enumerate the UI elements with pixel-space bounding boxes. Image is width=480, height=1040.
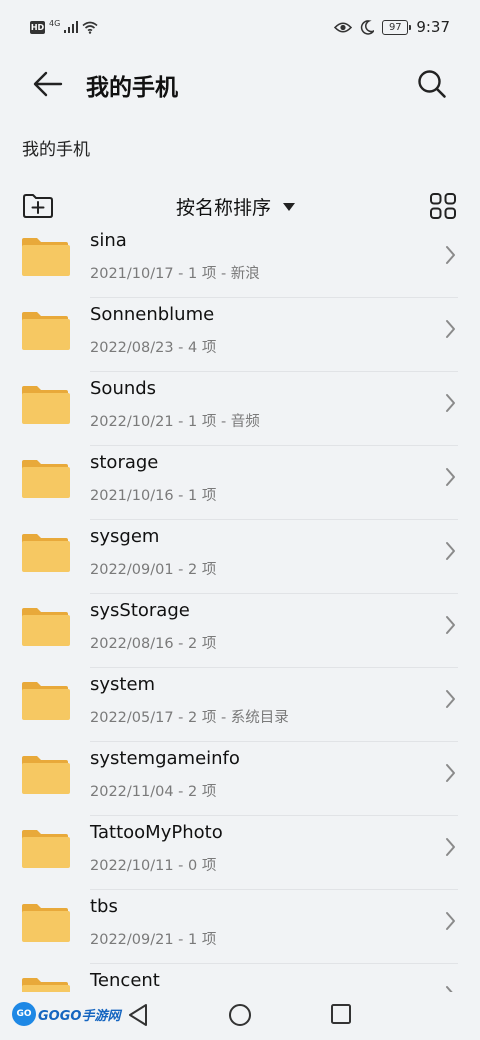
wifi-icon: [82, 21, 98, 34]
folder-name: sina: [90, 230, 127, 251]
folder-meta: 2022/08/23 - 4 项: [90, 340, 217, 356]
folder-row[interactable]: TattooMyPhoto 2022/10/11 - 0 项: [0, 816, 480, 890]
folder-row[interactable]: storage 2021/10/16 - 1 项: [0, 446, 480, 520]
toolbar: 按名称排序: [0, 182, 480, 230]
chevron-right-icon: [446, 986, 453, 992]
folder-icon: [22, 978, 70, 992]
folder-name: Tencent: [90, 970, 160, 991]
folder-meta: 2022/10/21 - 1 项 - 音频: [90, 414, 260, 430]
folder-icon: [22, 830, 70, 868]
nav-home-icon[interactable]: [228, 1003, 252, 1027]
folder-name: storage: [90, 452, 159, 473]
chevron-right-icon: [446, 838, 455, 856]
status-left: HD 4G: [30, 18, 98, 36]
folder-icon: [22, 238, 70, 276]
folder-meta: 2022/10/11 - 0 项: [90, 858, 217, 874]
caret-down-icon: [283, 203, 296, 211]
hd-badge: HD: [30, 20, 45, 34]
watermark-logo: GO GOGO手游网: [12, 1002, 120, 1026]
folder-name: systemgameinfo: [90, 748, 240, 769]
watermark-text: GOGO手游网: [38, 1008, 121, 1024]
chevron-right-icon: [446, 542, 455, 560]
folder-row[interactable]: system 2022/05/17 - 2 项 - 系统目录: [0, 668, 480, 742]
status-right: 97 9:37: [334, 16, 450, 38]
folder-row[interactable]: Tencent: [0, 964, 480, 992]
folder-icon: [22, 756, 70, 794]
nav-back-icon[interactable]: [126, 1002, 150, 1028]
folder-meta: 2022/05/17 - 2 项 - 系统目录: [90, 710, 289, 726]
search-button[interactable]: [412, 64, 452, 104]
folder-icon: [22, 682, 70, 720]
folder-icon: [22, 904, 70, 942]
folder-row[interactable]: sysStorage 2022/08/16 - 2 项: [0, 594, 480, 668]
folder-name: TattooMyPhoto: [90, 822, 223, 843]
folder-name: system: [90, 674, 156, 695]
back-button[interactable]: [28, 66, 68, 102]
folder-meta: 2022/08/16 - 2 项: [90, 636, 217, 652]
moon-icon: [361, 19, 375, 35]
folder-row[interactable]: sina 2021/10/17 - 1 项 - 新浪: [0, 230, 480, 298]
chevron-right-icon: [446, 912, 455, 930]
watermark-badge: GO: [12, 1002, 36, 1026]
system-nav-bar: GO GOGO手游网: [0, 992, 480, 1040]
folder-icon: [22, 534, 70, 572]
network-label: 4G: [49, 18, 61, 28]
chevron-right-icon: [446, 320, 455, 338]
folder-icon: [22, 312, 70, 350]
folder-meta: 2021/10/17 - 1 项 - 新浪: [90, 266, 260, 282]
nav-recent-apps-icon[interactable]: [330, 1003, 352, 1025]
folder-row[interactable]: Sonnenblume 2022/08/23 - 4 项: [0, 298, 480, 372]
arrow-left-icon: [33, 71, 63, 97]
folder-icon: [22, 460, 70, 498]
chevron-right-icon: [446, 690, 455, 708]
folder-row[interactable]: tbs 2022/09/21 - 1 项: [0, 890, 480, 964]
search-icon: [418, 70, 446, 98]
folder-meta: 2022/09/01 - 2 项: [90, 562, 217, 578]
folder-row[interactable]: sysgem 2022/09/01 - 2 项: [0, 520, 480, 594]
grid-view-button[interactable]: [424, 188, 462, 224]
battery-level: 97: [388, 21, 402, 33]
chevron-right-icon: [446, 616, 455, 634]
sort-label: 按名称排序: [176, 196, 272, 219]
grid-view-icon: [430, 193, 456, 219]
breadcrumb[interactable]: 我的手机: [22, 135, 90, 160]
folder-name: sysgem: [90, 526, 160, 547]
folder-name: Sonnenblume: [90, 304, 215, 325]
folder-row[interactable]: systemgameinfo 2022/11/04 - 2 项: [0, 742, 480, 816]
folder-meta: 2022/09/21 - 1 项: [90, 932, 217, 948]
status-time: 9:37: [416, 18, 450, 36]
folder-meta: 2022/11/04 - 2 项: [90, 784, 217, 800]
eye-comfort-icon: [334, 21, 353, 33]
chevron-right-icon: [446, 764, 455, 782]
folder-name: sysStorage: [90, 600, 190, 621]
chevron-right-icon: [446, 394, 455, 412]
battery-icon: 97: [382, 19, 412, 35]
signal-icon: [64, 21, 79, 33]
sort-dropdown[interactable]: 按名称排序: [176, 192, 296, 220]
folder-row[interactable]: Sounds 2022/10/21 - 1 项 - 音频: [0, 372, 480, 446]
status-bar: HD 4G 97 9:37: [0, 0, 480, 56]
folder-name: Sounds: [90, 378, 157, 399]
title-bar: 我的手机: [0, 56, 480, 112]
page-title: 我的手机: [86, 75, 178, 101]
chevron-right-icon: [446, 246, 455, 264]
file-list: sina 2021/10/17 - 1 项 - 新浪 Sonnenblume 2…: [0, 230, 480, 992]
folder-icon: [22, 608, 70, 646]
new-folder-button[interactable]: [18, 188, 58, 224]
folder-name: tbs: [90, 896, 118, 917]
folder-meta: 2021/10/16 - 1 项: [90, 488, 217, 504]
new-folder-icon: [23, 194, 53, 218]
chevron-right-icon: [446, 468, 455, 486]
folder-icon: [22, 386, 70, 424]
